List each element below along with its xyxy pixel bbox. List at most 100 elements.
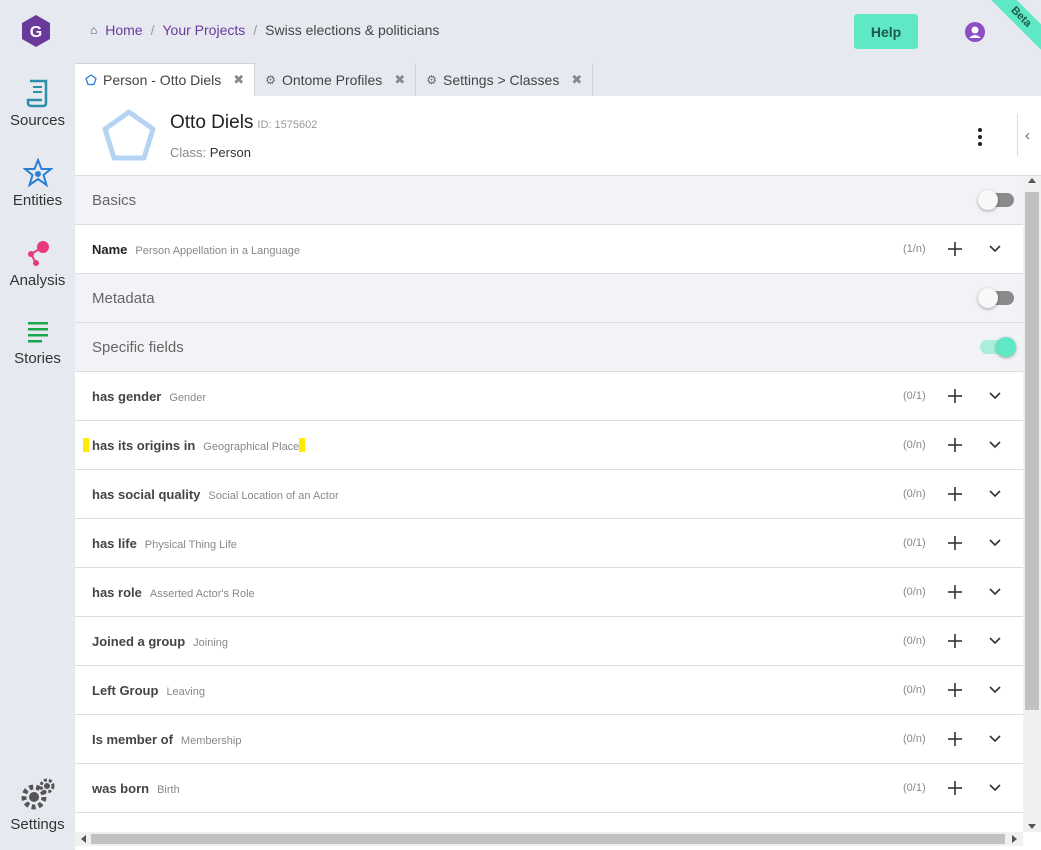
breadcrumb-projects-link[interactable]: Your Projects (163, 22, 246, 38)
field-type: Physical Thing Life (144, 538, 237, 551)
add-icon[interactable] (945, 680, 965, 700)
field-type: Person Appellation in a Language (135, 244, 300, 257)
basics-toggle[interactable] (978, 190, 1014, 210)
gears-icon: ⚙ (426, 72, 437, 87)
scroll-left-arrow[interactable] (81, 835, 86, 843)
sidebar-item-label: Sources (9, 112, 66, 129)
pentagon-icon (85, 74, 97, 86)
sidebar-item-entities[interactable]: Entities (0, 158, 75, 209)
section-label: Basics (92, 191, 137, 209)
add-icon[interactable] (945, 631, 965, 651)
more-vert-icon[interactable] (973, 126, 987, 148)
class-prefix: Class: (170, 145, 207, 160)
close-icon[interactable]: ✖ (394, 72, 405, 88)
star-icon (22, 158, 53, 188)
scroll-down-arrow[interactable] (1028, 824, 1036, 829)
geovistory-logo-icon[interactable]: G (20, 14, 52, 48)
add-icon[interactable] (945, 484, 965, 504)
sidebar-item-stories[interactable]: Stories (0, 318, 75, 367)
help-button[interactable]: Help (854, 14, 918, 49)
sidebar-item-analysis[interactable]: Analysis (0, 238, 75, 289)
breadcrumb-separator: / (253, 22, 258, 38)
field-cardinality: (0/1) (903, 390, 926, 402)
field-label: was born Birth (92, 780, 180, 796)
tab-ontome-profiles[interactable]: ⚙ Ontome Profiles ✖ (255, 63, 417, 96)
breadcrumb-current-project: Swiss elections & politicians (265, 22, 440, 38)
field-label: has life Physical Thing Life (92, 535, 237, 551)
vertical-scrollbar[interactable] (1023, 176, 1041, 832)
user-account-icon[interactable] (965, 22, 985, 42)
sidebar-item-label: Stories (14, 350, 61, 367)
highlight-marker (299, 438, 305, 452)
tab-person-otto-diels[interactable]: Person - Otto Diels ✖ (75, 63, 256, 96)
pentagon-icon (102, 109, 156, 161)
highlight-marker (83, 438, 89, 452)
breadcrumb-home-link[interactable]: Home (105, 22, 142, 38)
field-cardinality: (0/n) (903, 488, 926, 500)
field-label: has gender Gender (92, 388, 207, 404)
field-type: Asserted Actor's Role (149, 587, 255, 600)
breadcrumb: ⌂ Home / Your Projects / Swiss elections… (90, 22, 439, 38)
chevron-down-icon[interactable] (987, 388, 1003, 404)
field-row: Joined a group Joining (0/n) (75, 617, 1023, 666)
field-row: has its origins in Geographical Place (0/… (75, 421, 1023, 470)
chevron-left-icon[interactable]: ‹ (1017, 114, 1037, 156)
field-type: Joining (193, 636, 229, 649)
field-cardinality: (0/n) (903, 635, 926, 647)
scrollbar-thumb[interactable] (1025, 192, 1039, 710)
field-cardinality: (0/n) (903, 439, 926, 451)
field-type: Birth (157, 783, 180, 796)
section-basics: Basics (75, 176, 1023, 225)
entity-header: Otto Diels ID: 1575602 Class: Person ‹ (75, 96, 1041, 176)
section-metadata: Metadata (75, 274, 1023, 323)
add-icon[interactable] (945, 239, 965, 259)
add-icon[interactable] (945, 435, 965, 455)
tab-label: Settings > Classes (442, 71, 560, 88)
add-icon[interactable] (945, 729, 965, 749)
network-icon (27, 241, 49, 266)
field-cardinality: (0/1) (903, 782, 926, 794)
scroll-up-arrow[interactable] (1028, 178, 1036, 183)
field-row: has social quality Social Location of an … (75, 470, 1023, 519)
sidebar-item-label: Analysis (9, 272, 66, 289)
chevron-down-icon[interactable] (987, 241, 1003, 257)
chevron-down-icon[interactable] (987, 437, 1003, 453)
section-label: Metadata (92, 289, 155, 307)
field-cardinality: (0/1) (903, 537, 926, 549)
close-icon[interactable]: ✖ (233, 72, 244, 88)
specific-fields-toggle[interactable] (980, 337, 1016, 357)
field-type: Gender (169, 391, 207, 404)
chevron-down-icon[interactable] (987, 486, 1003, 502)
field-row: Name Person Appellation in a Language (1/… (75, 225, 1023, 274)
chevron-down-icon[interactable] (987, 535, 1003, 551)
add-icon[interactable] (945, 533, 965, 553)
sidebar-item-sources[interactable]: Sources (0, 78, 75, 129)
chevron-down-icon[interactable] (987, 633, 1003, 649)
sidebar-item-settings[interactable]: Settings (0, 778, 75, 833)
chevron-down-icon[interactable] (987, 780, 1003, 796)
field-row: has gender Gender (0/1) (75, 372, 1023, 421)
horizontal-scrollbar[interactable] (75, 832, 1023, 846)
entity-title: Otto Diels ID: 1575602 (170, 112, 317, 134)
chevron-down-icon[interactable] (987, 682, 1003, 698)
field-cardinality: (1/n) (903, 243, 926, 255)
scroll-right-arrow[interactable] (1012, 835, 1017, 843)
class-name: Person (209, 145, 251, 160)
chevron-down-icon[interactable] (987, 584, 1003, 600)
entity-id: ID: 1575602 (257, 119, 318, 131)
field-row: has life Physical Thing Life (0/1) (75, 519, 1023, 568)
field-label: has social quality Social Location of an … (92, 486, 339, 502)
scrollbar-thumb[interactable] (91, 834, 1005, 844)
tab-settings-classes[interactable]: ⚙ Settings > Classes ✖ (416, 63, 594, 96)
gears-icon: ⚙ (265, 72, 276, 87)
field-cardinality: (0/n) (903, 586, 926, 598)
add-icon[interactable] (945, 778, 965, 798)
close-icon[interactable]: ✖ (571, 72, 582, 88)
add-icon[interactable] (945, 386, 965, 406)
metadata-toggle[interactable] (978, 288, 1014, 308)
add-icon[interactable] (945, 582, 965, 602)
left-sidebar: Sources Entities Analysis Stories Settin… (0, 63, 75, 850)
field-type: Leaving (166, 685, 205, 698)
home-icon[interactable]: ⌂ (90, 23, 97, 37)
chevron-down-icon[interactable] (987, 731, 1003, 747)
